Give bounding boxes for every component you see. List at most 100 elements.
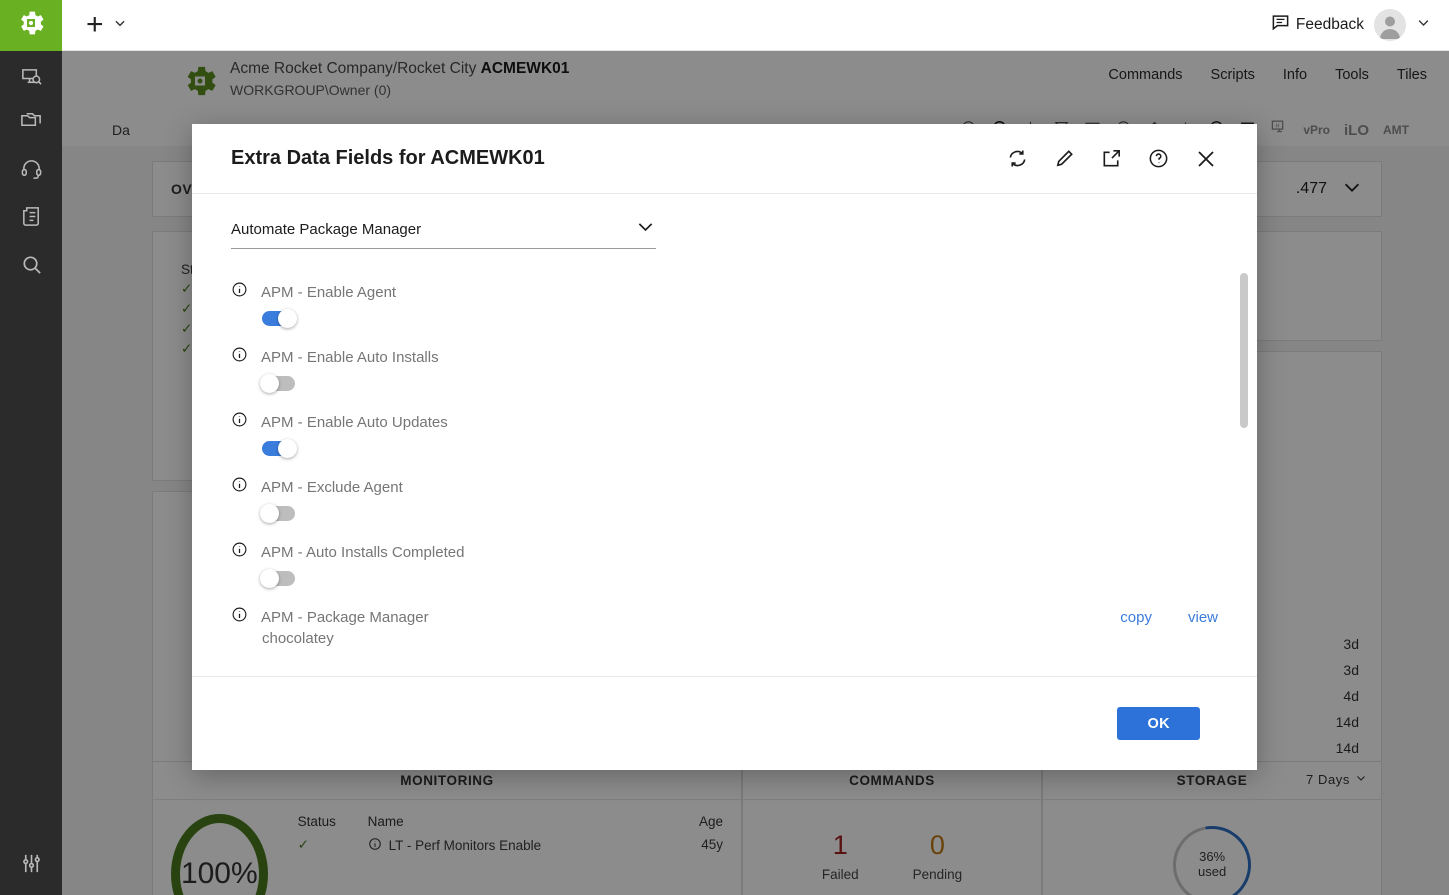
sidebar-item-search[interactable] xyxy=(0,243,62,291)
toggle-knob xyxy=(260,374,279,393)
device-subtitle: WORKGROUP\Owner (0) xyxy=(230,82,391,98)
check-icon: ✓ xyxy=(181,301,192,317)
monitor-search-icon xyxy=(20,66,43,94)
vertical-scrollbar[interactable] xyxy=(1240,199,1248,676)
toggle-apm-auto-installs-completed[interactable] xyxy=(262,571,295,586)
extra-data-category-select[interactable]: Automate Package Manager xyxy=(231,216,656,249)
info-icon[interactable] xyxy=(231,281,248,303)
sidebar-item-support[interactable] xyxy=(0,147,62,195)
field-header: APM - Enable Auto Updates xyxy=(231,411,1218,433)
chevron-down-icon[interactable] xyxy=(1355,772,1367,787)
storage-pct: 36% xyxy=(1198,850,1226,865)
add-button[interactable]: + xyxy=(86,10,104,40)
info-icon[interactable] xyxy=(231,606,248,628)
toggle-apm-enable-auto-updates[interactable] xyxy=(262,441,295,456)
monitoring-card: MONITORING 100% Status Name Age ✓ xyxy=(152,761,742,895)
field-row: APM - Enable Auto Updates xyxy=(231,411,1218,456)
search-icon xyxy=(20,253,43,281)
copy-link[interactable]: copy xyxy=(1120,609,1152,626)
info-icon[interactable] xyxy=(231,411,248,433)
headset-icon xyxy=(20,157,43,185)
tab-commands[interactable]: Commands xyxy=(1108,67,1182,83)
tab-scripts[interactable]: Scripts xyxy=(1211,67,1255,83)
toggle-apm-enable-auto-installs[interactable] xyxy=(262,376,295,391)
dialog-header: Extra Data Fields for ACMEWK01 xyxy=(192,124,1257,194)
storage-range-label: 7 Days xyxy=(1306,772,1350,787)
close-icon[interactable] xyxy=(1194,147,1218,171)
commands-pending-label: Pending xyxy=(913,867,963,882)
select-value: Automate Package Manager xyxy=(231,221,421,238)
feedback-button[interactable]: Feedback xyxy=(1271,13,1364,37)
field-header: APM - Package Manager copy view xyxy=(231,606,1218,628)
app-root: + Feedback xyxy=(0,0,1449,895)
field-link-group: copy view xyxy=(1120,609,1218,626)
view-link[interactable]: view xyxy=(1188,609,1218,626)
toggle-apm-enable-agent[interactable] xyxy=(262,311,295,326)
field-label: APM - Exclude Agent xyxy=(261,479,403,496)
ok-button[interactable]: OK xyxy=(1117,707,1200,740)
device-tabs: Commands Scripts Info Tools Tiles xyxy=(1108,67,1427,83)
field-header: APM - Auto Installs Completed xyxy=(231,541,1218,563)
monitor-age: 45y xyxy=(701,837,723,854)
add-menu[interactable]: + xyxy=(86,10,127,40)
tab-tools[interactable]: Tools xyxy=(1335,67,1369,83)
info-icon[interactable] xyxy=(368,837,382,854)
scrollbar-thumb[interactable] xyxy=(1240,273,1248,428)
device-name: ACMEWK01 xyxy=(481,60,570,77)
toggle-apm-exclude-agent[interactable] xyxy=(262,506,295,521)
field-label: APM - Enable Auto Installs xyxy=(261,349,439,366)
col-status: Status xyxy=(298,814,368,829)
monitoring-card-body: 100% Status Name Age ✓ xyxy=(153,800,741,895)
chevron-down-icon[interactable] xyxy=(113,16,127,35)
chevron-down-icon[interactable] xyxy=(635,216,656,242)
tab-tiles[interactable]: Tiles xyxy=(1397,67,1427,83)
commands-stats: 1 Failed 0 Pending xyxy=(743,830,1041,882)
storage-card: STORAGE 7 Days 36% used xyxy=(1042,761,1382,895)
overview-value-group: .477 xyxy=(1296,176,1363,203)
refresh-icon[interactable] xyxy=(1006,147,1029,170)
commands-failed-count: 1 xyxy=(822,830,859,861)
bottom-card-row: MONITORING 100% Status Name Age ✓ xyxy=(152,761,1382,895)
monitoring-table: Status Name Age ✓ LT - Perf Monitors Ena… xyxy=(298,814,723,895)
check-icon: ✓ xyxy=(181,281,192,297)
avatar[interactable] xyxy=(1374,9,1406,41)
toggle-knob xyxy=(278,309,297,328)
storage-range-selector[interactable]: 7 Days xyxy=(1306,772,1367,787)
sidebar-item-folders[interactable] xyxy=(0,99,62,147)
device-header: Acme Rocket Company/Rocket City ACMEWK01… xyxy=(62,51,1449,114)
check-icon: ✓ xyxy=(181,341,192,357)
commands-pending-stat: 0 Pending xyxy=(913,830,963,882)
field-label: APM - Auto Installs Completed xyxy=(261,544,464,561)
commands-failed-stat: 1 Failed xyxy=(822,830,859,882)
monitor-name: LT - Perf Monitors Enable xyxy=(389,838,542,853)
sidebar-item-settings[interactable] xyxy=(0,847,62,895)
field-label: APM - Enable Auto Updates xyxy=(261,414,448,431)
device-path: Acme Rocket Company/Rocket City xyxy=(230,60,481,77)
commands-pending-count: 0 xyxy=(913,830,963,861)
edit-pencil-icon[interactable] xyxy=(1053,147,1076,170)
info-icon[interactable] xyxy=(231,346,248,368)
user-avatar-icon[interactable] xyxy=(1374,9,1406,41)
popout-external-link-icon[interactable] xyxy=(1100,147,1123,170)
gear-icon xyxy=(15,7,47,44)
avatar-chevron-down-icon[interactable] xyxy=(1416,15,1431,35)
badge-amt: AMT xyxy=(1383,123,1409,137)
dialog-body: Automate Package Manager APM - Enable Ag… xyxy=(192,194,1257,676)
device-breadcrumb: Acme Rocket Company/Rocket City ACMEWK01 xyxy=(230,60,569,78)
storage-donut: 36% used xyxy=(1158,811,1267,895)
sidebar-item-monitor-search[interactable] xyxy=(0,51,62,99)
app-logo-button[interactable] xyxy=(0,0,62,51)
extra-data-fields-dialog: Extra Data Fields for ACMEWK01 xyxy=(192,124,1257,770)
toggle-knob xyxy=(278,439,297,458)
remote-screen-icon[interactable]: H xyxy=(1270,118,1289,142)
field-row: APM - Enable Auto Installs xyxy=(231,346,1218,391)
sidebar-item-scripts[interactable] xyxy=(0,195,62,243)
info-icon[interactable] xyxy=(231,476,248,498)
tab-info[interactable]: Info xyxy=(1283,67,1307,83)
info-icon[interactable] xyxy=(231,541,248,563)
help-question-icon[interactable] xyxy=(1147,147,1170,170)
device-gear-icon xyxy=(180,61,220,106)
col-name: Name xyxy=(368,814,699,829)
overview-chevron-down-icon[interactable] xyxy=(1341,176,1363,203)
badge-vpro: vPro xyxy=(1303,123,1330,137)
